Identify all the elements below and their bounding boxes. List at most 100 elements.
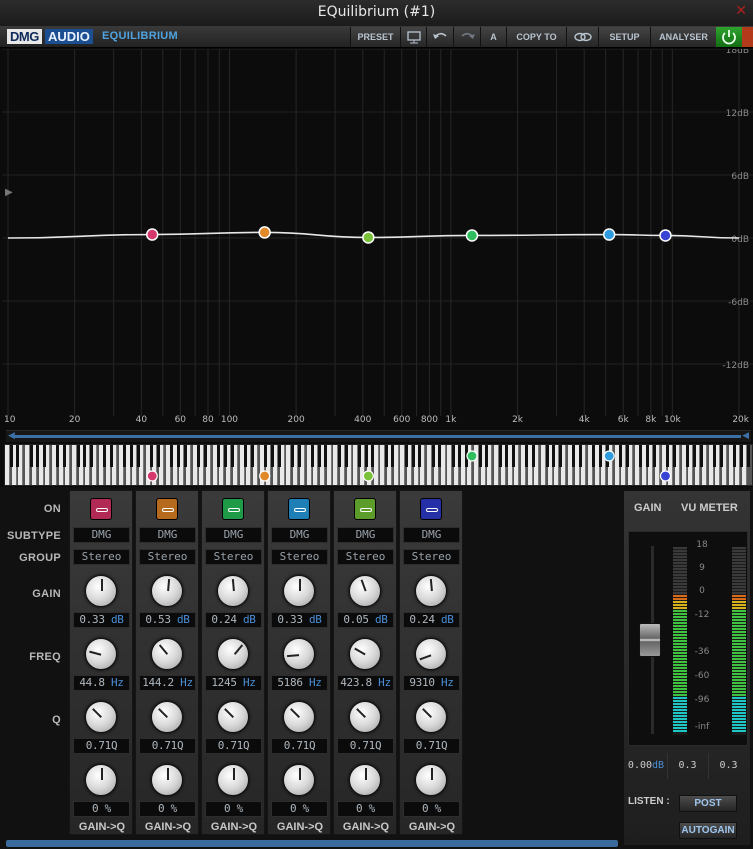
freq-knob[interactable] [415,638,447,670]
piano-black-key[interactable] [525,445,529,467]
piano-black-key[interactable] [130,445,134,467]
power-icon[interactable] [716,27,742,47]
amount-knob[interactable] [217,764,249,796]
piano-black-key[interactable] [76,445,80,467]
q-value[interactable]: 0.71Q [403,738,460,754]
piano-black-key[interactable] [599,445,603,467]
preset-button[interactable]: PRESET [350,27,400,47]
piano-black-key[interactable] [692,445,696,467]
subtype-field[interactable]: DMG [205,527,262,543]
q-knob[interactable] [85,701,117,733]
piano-black-key[interactable] [371,445,375,467]
q-value[interactable]: 0.71Q [337,738,394,754]
q-value[interactable]: 0.71Q [205,738,262,754]
piano-black-key[interactable] [177,445,180,467]
piano-black-key[interactable] [625,445,629,467]
redo-icon[interactable] [453,27,480,47]
freq-value[interactable]: 1245 Hz [205,675,262,691]
piano-black-key[interactable] [110,445,113,467]
band-handle-3[interactable] [362,231,375,244]
piano-black-key[interactable] [83,445,87,467]
q-knob[interactable] [151,701,183,733]
piano-black-key[interactable] [478,445,482,467]
side-panel-arrow-icon[interactable]: ▶ [5,187,13,198]
piano-black-key[interactable] [357,445,361,467]
freq-knob[interactable] [217,638,249,670]
piano-black-key[interactable] [156,445,160,467]
amount-value[interactable]: 0 % [337,801,394,817]
q-knob[interactable] [349,701,381,733]
eq-graph-svg[interactable]: 18dB 12dB 6dB 0dB -6dB -12dB 10 20 40 60 80 100 200 4… [2,49,753,430]
piano-black-key[interactable] [384,445,388,467]
piano-black-key[interactable] [512,445,515,467]
gain-to-q-button[interactable]: GAIN->Q [268,821,332,833]
piano-black-key[interactable] [498,445,502,467]
band-on-button[interactable] [222,498,244,520]
piano-black-key[interactable] [150,445,154,467]
piano-black-key[interactable] [619,445,623,467]
piano-black-key[interactable] [103,445,107,467]
amount-knob[interactable] [415,764,447,796]
scroll-right-icon[interactable]: ◀ [742,431,749,441]
piano-black-key[interactable] [652,445,656,467]
freq-knob[interactable] [349,638,381,670]
output-gain-fader[interactable] [639,623,661,657]
q-value[interactable]: 0.71Q [73,738,130,754]
piano-black-key[interactable] [123,445,127,467]
amount-knob[interactable] [283,764,315,796]
piano-black-key[interactable] [592,445,596,467]
piano-black-key[interactable] [431,445,435,467]
piano-black-key[interactable] [63,445,67,467]
close-icon[interactable]: ✕ [735,3,747,19]
amount-knob[interactable] [85,764,117,796]
band-on-button[interactable] [420,498,442,520]
piano-black-key[interactable] [197,445,201,467]
freq-value[interactable]: 423.8 Hz [337,675,394,691]
piano-black-key[interactable] [686,445,690,467]
piano-black-key[interactable] [223,445,227,467]
gain-readout[interactable]: 0.00dB [626,753,666,779]
post-button[interactable]: POST [679,795,737,812]
piano-black-key[interactable] [485,445,489,467]
amount-value[interactable]: 0 % [205,801,262,817]
piano-black-key[interactable] [438,445,442,467]
q-value[interactable]: 0.71Q [139,738,196,754]
piano-black-key[interactable] [532,445,536,467]
piano-black-key[interactable] [136,445,140,467]
analyser-button[interactable]: ANALYSER [650,27,716,47]
gain-to-q-button[interactable]: GAIN->Q [136,821,200,833]
amount-value[interactable]: 0 % [271,801,328,817]
piano-black-key[interactable] [317,445,321,467]
band-on-button[interactable] [288,498,310,520]
piano-black-key[interactable] [558,445,562,467]
gain-to-q-button[interactable]: GAIN->Q [70,821,134,833]
link-icon[interactable] [566,27,598,47]
piano-black-key[interactable] [418,445,422,467]
piano-black-key[interactable] [572,445,576,467]
gain-value[interactable]: 0.53 dB [139,612,196,628]
scroll-thumb[interactable] [12,435,741,438]
gain-to-q-button[interactable]: GAIN->Q [334,821,398,833]
subtype-field[interactable]: DMG [139,527,196,543]
piano-black-key[interactable] [505,445,509,467]
monitor-icon[interactable] [400,27,426,47]
freq-value[interactable]: 144.2 Hz [139,675,196,691]
freq-knob[interactable] [283,638,315,670]
piano-black-key[interactable] [719,445,723,467]
piano-black-key[interactable] [733,445,737,467]
gain-value[interactable]: 0.24 dB [403,612,460,628]
piano-black-key[interactable] [666,445,670,467]
piano-keyboard[interactable] [4,444,753,486]
piano-black-key[interactable] [270,445,274,467]
piano-black-key[interactable] [264,445,268,467]
ab-compare-button[interactable]: A [480,27,506,47]
freq-value[interactable]: 5186 Hz [271,675,328,691]
freq-value[interactable]: 44.8 Hz [73,675,130,691]
gain-value[interactable]: 0.33 dB [73,612,130,628]
piano-black-key[interactable] [579,445,582,467]
autogain-button[interactable]: AUTOGAIN [679,822,737,839]
group-field[interactable]: Stereo [139,549,196,565]
piano-black-key[interactable] [290,445,294,467]
piano-black-key[interactable] [36,445,40,467]
subtype-field[interactable]: DMG [403,527,460,543]
